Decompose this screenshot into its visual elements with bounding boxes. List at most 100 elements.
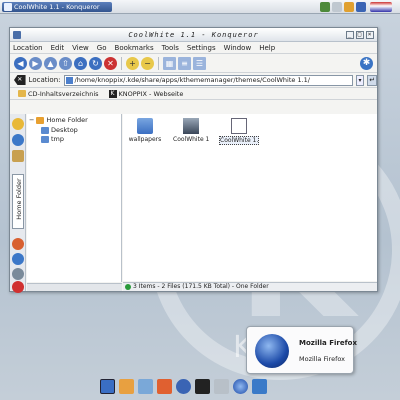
up-icon[interactable]: ▲ — [44, 56, 57, 70]
devices-tab-icon[interactable] — [12, 150, 24, 162]
notification-body: Mozilla Firefox — [299, 355, 345, 363]
bookmark-cd-inhalt[interactable]: CD-Inhaltsverzeichnis — [18, 90, 99, 98]
tray-flag-icon[interactable] — [370, 2, 392, 12]
gear-icon[interactable]: ✱ — [360, 57, 373, 70]
status-indicator-icon — [125, 284, 131, 290]
history-tab-icon[interactable] — [12, 134, 24, 146]
tray-keyboard-icon[interactable] — [356, 2, 366, 12]
reload-icon[interactable]: ↻ — [89, 56, 102, 70]
tab-home-folder[interactable]: Home Folder — [12, 174, 24, 229]
folder-icon — [65, 76, 73, 84]
tools-icon[interactable] — [252, 378, 267, 394]
menu-bookmarks[interactable]: Bookmarks — [115, 44, 154, 52]
file-item[interactable]: wallpapers — [127, 118, 163, 143]
home-folder-icon[interactable] — [119, 378, 134, 394]
bookmarks-tab-icon[interactable] — [12, 118, 24, 130]
tray-clipboard-icon[interactable] — [332, 2, 342, 12]
home-icon[interactable] — [157, 378, 172, 394]
cd-icon — [18, 90, 26, 97]
forward-icon[interactable]: ▶ — [29, 56, 42, 70]
bookmarks-toolbar: CD-Inhaltsverzeichnis K KNOPPIX - Websei… — [10, 88, 377, 100]
folder-icon — [41, 135, 49, 143]
launch-notification[interactable]: Mozilla Firefox Mozilla Firefox — [246, 326, 357, 374]
tray-network-icon[interactable] — [320, 2, 330, 12]
zoom-in-icon[interactable]: + — [126, 56, 139, 70]
desktop-folder-icon — [41, 126, 49, 134]
file-view: wallpapers CoolWhite 1.... CoolWhite 1..… — [123, 114, 377, 281]
tab-home-folder-label: Home Folder — [15, 178, 23, 220]
knoppix-icon: K — [108, 89, 117, 98]
menu-view[interactable]: View — [72, 44, 89, 52]
list-view-icon[interactable]: ≡ — [178, 56, 191, 70]
collapse-icon[interactable]: − — [29, 116, 34, 124]
stop-icon[interactable]: ✕ — [104, 56, 117, 70]
tree-item-tmp[interactable]: tmp — [41, 135, 64, 143]
editor-icon[interactable] — [214, 378, 229, 394]
terminal-icon[interactable] — [195, 378, 210, 394]
menu-help[interactable]: Help — [259, 44, 275, 52]
bookmark-label: KNOPPIX - Webseite — [118, 89, 184, 98]
k-menu-icon[interactable] — [100, 378, 115, 394]
tree-item-desktop[interactable]: Desktop — [41, 126, 78, 134]
firefox-globe-icon — [255, 334, 289, 368]
file-item-selected[interactable]: CoolWhite 1.... — [219, 118, 259, 145]
go-button[interactable]: ↵ — [367, 74, 378, 86]
file-item[interactable]: CoolWhite 1.... — [173, 118, 209, 143]
bookmark-label: CD-Inhaltsverzeichnis — [28, 89, 99, 98]
window-menu-icon[interactable] — [13, 31, 21, 39]
taskbar-button-konqueror[interactable]: CoolWhite 1.1 - Konqueror — [2, 2, 112, 12]
konqueror-icon — [4, 3, 12, 11]
browser-icon[interactable] — [233, 378, 248, 394]
help-icon[interactable] — [176, 378, 191, 394]
status-bar: 3 Items - 2 Files (171.5 KB Total) - One… — [123, 282, 377, 291]
root-tab-icon[interactable] — [12, 268, 24, 280]
window-title: CoolWhite 1.1 - Konqueror — [128, 31, 259, 39]
theme-file-icon — [231, 118, 247, 134]
image-file-icon — [183, 118, 199, 134]
tree-item-home[interactable]: − Home Folder — [29, 116, 88, 124]
settings-tab-icon[interactable] — [12, 281, 24, 293]
maximize-button[interactable]: □ — [356, 31, 364, 39]
home-icon[interactable]: ⌂ — [74, 56, 87, 70]
bookmark-knoppix[interactable]: K KNOPPIX - Webseite — [108, 89, 184, 98]
up-arrow-icon[interactable]: ⇧ — [59, 56, 72, 70]
konqueror-window: CoolWhite 1.1 - Konqueror _ □ × Location… — [9, 27, 378, 293]
back-icon[interactable]: ◀ — [14, 56, 27, 70]
taskbar-label: CoolWhite 1.1 - Konqueror — [14, 3, 100, 11]
detail-view-icon[interactable]: ☰ — [193, 56, 206, 70]
services-tab-icon[interactable] — [12, 238, 24, 250]
tree-horizontal-scrollbar[interactable] — [27, 283, 122, 291]
zoom-out-icon[interactable]: − — [141, 56, 154, 70]
clear-location-icon[interactable]: ✕ — [14, 75, 26, 85]
menu-settings[interactable]: Settings — [187, 44, 216, 52]
location-label: Location: — [28, 76, 61, 84]
location-dropdown-button[interactable]: ▾ — [355, 74, 365, 86]
file-name: wallpapers — [128, 136, 162, 143]
menu-window[interactable]: Window — [224, 44, 252, 52]
status-text: 3 Items - 2 Files (171.5 KB Total) - One… — [133, 283, 269, 290]
network-tab-icon[interactable] — [12, 253, 24, 265]
sidebar-tabs: Home Folder — [10, 114, 26, 293]
window-list-icon[interactable] — [138, 378, 153, 394]
bottom-dock — [100, 375, 267, 397]
notification-title: Mozilla Firefox — [299, 339, 357, 347]
window-titlebar[interactable]: CoolWhite 1.1 - Konqueror _ □ × — [10, 28, 377, 42]
tree-label: tmp — [51, 135, 65, 143]
top-panel: CoolWhite 1.1 - Konqueror — [0, 0, 400, 14]
menu-go[interactable]: Go — [97, 44, 107, 52]
menubar: Location Edit View Go Bookmarks Tools Se… — [10, 42, 377, 54]
menu-tools[interactable]: Tools — [162, 44, 179, 52]
folder-icon — [137, 118, 153, 134]
tray-speaker-icon[interactable] — [344, 2, 354, 12]
location-input[interactable]: /home/knoppix/.kde/share/apps/kthememana… — [63, 74, 353, 86]
file-name: CoolWhite 1.... — [219, 136, 259, 145]
close-button[interactable]: × — [366, 31, 374, 39]
folder-tree: − Home Folder Desktop tmp — [27, 114, 122, 282]
icon-view-icon[interactable]: ▦ — [163, 56, 176, 70]
location-bar: ✕ Location: /home/knoppix/.kde/share/app… — [10, 73, 378, 88]
minimize-button[interactable]: _ — [346, 31, 354, 39]
menu-edit[interactable]: Edit — [51, 44, 65, 52]
tree-label: Desktop — [51, 126, 78, 134]
toolbar-separator — [121, 56, 122, 70]
menu-location[interactable]: Location — [13, 44, 43, 52]
